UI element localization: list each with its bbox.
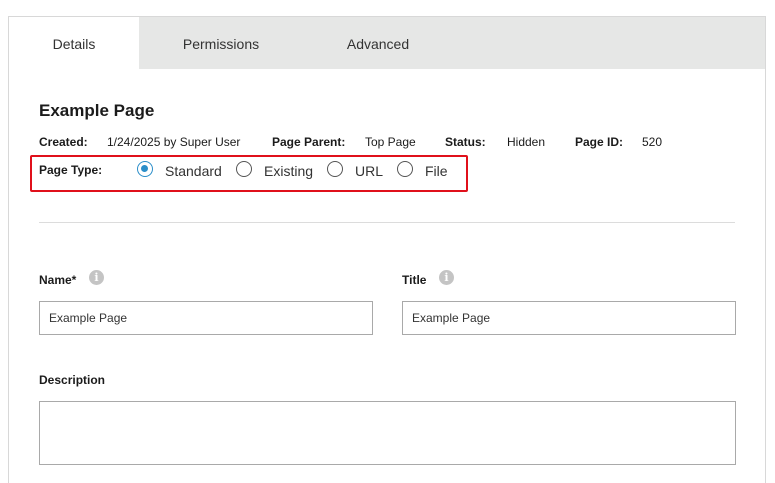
section-divider <box>39 222 735 223</box>
created-meta: Created: <box>39 135 88 149</box>
tab-advanced[interactable]: Advanced <box>338 17 418 69</box>
page-parent-meta: Page Parent: <box>272 135 345 149</box>
info-icon[interactable]: i <box>89 270 104 285</box>
created-label: Created: <box>39 135 88 149</box>
page-id-meta: Page ID: <box>575 135 623 149</box>
status-meta: Status: <box>445 135 486 149</box>
page-settings-panel: Details Permissions Advanced Example Pag… <box>8 16 766 483</box>
title-field-label: Title <box>402 273 427 287</box>
page-type-highlight-box <box>30 155 468 192</box>
created-value: 1/24/2025 by Super User <box>107 135 241 149</box>
page-id-label: Page ID: <box>575 135 624 149</box>
tab-details[interactable]: Details <box>9 17 139 69</box>
info-icon[interactable]: i <box>439 270 454 285</box>
tab-bar: Details Permissions Advanced <box>9 17 765 69</box>
tab-permissions[interactable]: Permissions <box>175 17 267 69</box>
status-label: Status: <box>445 135 486 149</box>
page-title: Example Page <box>39 101 155 120</box>
page-parent-label: Page Parent: <box>272 135 346 149</box>
page-parent-value: Top Page <box>365 135 416 149</box>
page-id-value: 520 <box>642 135 663 149</box>
title-input[interactable] <box>402 301 736 335</box>
description-field-label: Description <box>39 373 106 387</box>
name-input[interactable] <box>39 301 373 335</box>
description-textarea[interactable] <box>39 401 736 465</box>
name-field-label: Name* <box>39 273 77 287</box>
status-value: Hidden <box>507 135 546 149</box>
